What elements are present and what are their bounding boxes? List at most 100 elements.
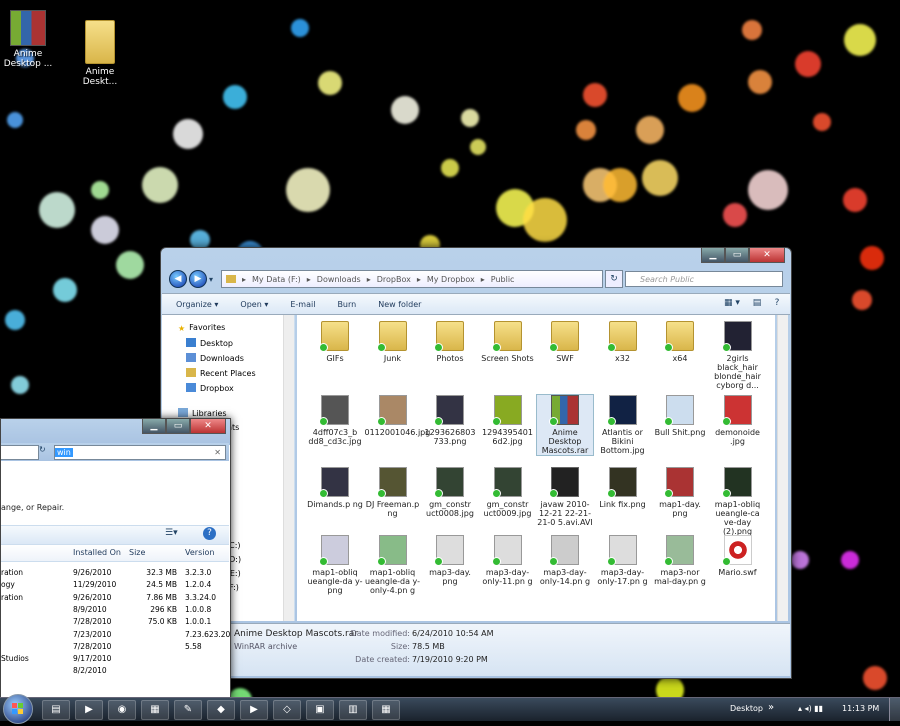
desktop-icon-anime-rar[interactable]: Anime Desktop ...	[0, 10, 56, 69]
file-item[interactable]: Atlantis or Bikini Bottom.jpg	[595, 395, 651, 455]
back-button[interactable]: ◀	[169, 270, 187, 288]
column-version[interactable]: Version	[185, 545, 214, 561]
address-bar[interactable]: ▸ My Data (F:) ▸ Downloads ▸ DropBox ▸ M…	[221, 270, 603, 288]
tray-icons[interactable]: ▴ ◂) ▮▮	[798, 704, 823, 713]
maximize-button[interactable]: ▭	[166, 419, 190, 434]
breadcrumb-item[interactable]: Downloads	[317, 275, 361, 284]
file-item[interactable]: Photos	[422, 321, 478, 363]
maximize-button[interactable]: ▭	[725, 248, 749, 263]
breadcrumb-item[interactable]: DropBox	[377, 275, 411, 284]
file-item[interactable]: map3-day. png	[422, 535, 478, 586]
desktop-toolbar-label[interactable]: Desktop	[730, 704, 763, 713]
help-button[interactable]: ?	[770, 296, 784, 310]
taskbar-app-button[interactable]: ◆	[207, 700, 235, 720]
taskbar-app-button[interactable]: ▶	[240, 700, 268, 720]
file-list-scrollbar[interactable]	[777, 315, 788, 621]
breadcrumb-item[interactable]: My Dropbox	[427, 275, 475, 284]
taskbar-app-button[interactable]: ▥	[339, 700, 367, 720]
taskbar-app-button[interactable]: ▶	[75, 700, 103, 720]
forward-button[interactable]: ▶	[189, 270, 207, 288]
file-item[interactable]: map3-day- only-14.pn g	[537, 535, 593, 586]
nav-libraries[interactable]: Libraries	[178, 408, 227, 418]
programs-address-bar[interactable]	[1, 445, 39, 460]
taskbar-app-button[interactable]: ✎	[174, 700, 202, 720]
breadcrumb-item[interactable]: My Data (F:)	[252, 275, 301, 284]
file-item[interactable]: Bull Shit.png	[652, 395, 708, 437]
nav-downloads[interactable]: Downloads	[186, 353, 244, 363]
file-item[interactable]: 2girls black_hair blonde_hair cyborg d..…	[710, 321, 766, 390]
close-button[interactable]: ✕	[749, 248, 785, 263]
programs-window[interactable]: ▁ ▭ ✕ ↻ win ✕ ange, or Repair. ☰▾ ? Insta…	[0, 418, 231, 702]
file-item[interactable]: Mario.swf	[710, 535, 766, 577]
table-row[interactable]: 7/28/2010 75.0 KB 1.0.0.1	[1, 616, 229, 628]
file-item[interactable]: DJ Freeman.p ng	[365, 467, 421, 518]
taskbar-app-button[interactable]: ▤	[42, 700, 70, 720]
refresh-button[interactable]: ↻	[605, 270, 623, 288]
taskbar-app-button[interactable]: ◉	[108, 700, 136, 720]
desktop-icon-anime-folder[interactable]: Anime Deskt...	[72, 20, 128, 87]
table-row[interactable]: 7/23/2010 7.23.623.20	[1, 629, 230, 641]
show-desktop-button[interactable]	[889, 698, 900, 721]
breadcrumb-item[interactable]: Public	[491, 275, 515, 284]
recent-pages-dropdown[interactable]: ▾	[209, 275, 213, 284]
file-item[interactable]: map1-obliq ueangle-ca ve-day (2).png	[710, 467, 766, 536]
file-item[interactable]: map3-day- only-11.pn g	[480, 535, 536, 586]
table-row[interactable]: ration 9/26/2010 32.3 MB 3.2.3.0	[1, 567, 229, 579]
file-item[interactable]: map3-nor mal-day.pn g	[652, 535, 708, 586]
change-view-button[interactable]: ▦ ▾	[720, 296, 744, 310]
help-icon[interactable]: ?	[203, 527, 216, 540]
nav-favorites[interactable]: ★ Favorites	[178, 323, 225, 333]
nav-desktop[interactable]: Desktop	[186, 338, 233, 348]
navpane-scrollbar[interactable]	[283, 315, 294, 621]
file-item[interactable]: Link fix.png	[595, 467, 651, 509]
file-item[interactable]: 1293626803 733.png	[422, 395, 478, 446]
file-item[interactable]: GIFs	[307, 321, 363, 363]
file-item[interactable]: 0112001046.jpg	[365, 395, 430, 437]
file-item[interactable]: Anime Desktop Mascots.rar	[536, 394, 594, 456]
file-item[interactable]: SWF	[537, 321, 593, 363]
table-row[interactable]: ration 9/26/2010 7.86 MB 3.3.24.0	[1, 592, 229, 604]
file-item[interactable]: Dimands.p ng	[307, 467, 363, 509]
close-button[interactable]: ✕	[190, 419, 226, 434]
taskbar-app-button[interactable]: ▦	[372, 700, 400, 720]
organize-button[interactable]: Organize ▾	[176, 300, 218, 309]
file-item[interactable]: map1-obliq ueangle-da y-png	[307, 535, 363, 595]
open-button[interactable]: Open ▾	[240, 300, 268, 309]
file-item[interactable]: javaw 2010-12-21 22-21-21-0 5.avi.AVI	[537, 467, 593, 527]
file-item[interactable]: 4dff07c3_b dd8_cd3c.jpg	[307, 395, 363, 446]
nav-dropbox[interactable]: Dropbox	[186, 383, 234, 393]
toolbar-chevron-icon[interactable]: »	[768, 702, 774, 713]
file-item[interactable]: map1-obliq ueangle-da y-only-4.pn g	[365, 535, 421, 595]
burn-button[interactable]: Burn	[337, 300, 356, 309]
file-item[interactable]: gm_constr uct0009.jpg	[480, 467, 536, 518]
file-item[interactable]: Junk	[365, 321, 421, 363]
table-row[interactable]: 7/28/2010 5.58	[1, 641, 229, 653]
clock[interactable]: 11:13 PM	[842, 704, 879, 713]
table-row[interactable]: ogy 11/29/2010 24.5 MB 1.2.0.4	[1, 579, 229, 591]
search-input[interactable]: Search Public	[625, 271, 783, 287]
clear-search-icon[interactable]: ✕	[214, 446, 221, 459]
view-options-icon[interactable]: ☰▾	[165, 528, 178, 538]
nav-recent-places[interactable]: Recent Places	[186, 368, 256, 378]
file-item[interactable]: x64	[652, 321, 708, 363]
table-row[interactable]: Studios 9/17/2010	[1, 653, 229, 665]
file-item[interactable]: demonoide .jpg	[710, 395, 766, 446]
taskbar-app-button[interactable]: ◇	[273, 700, 301, 720]
column-installed-on[interactable]: Installed On	[73, 545, 121, 561]
new-folder-button[interactable]: New folder	[378, 300, 421, 309]
taskbar-app-button[interactable]: ▦	[141, 700, 169, 720]
refresh-icon[interactable]: ↻	[39, 445, 46, 454]
table-row[interactable]: 8/9/2010 296 KB 1.0.0.8	[1, 604, 229, 616]
file-item[interactable]: gm_constr uct0008.jpg	[422, 467, 478, 518]
minimize-button[interactable]: ▁	[701, 248, 725, 263]
column-size[interactable]: Size	[129, 545, 145, 561]
programs-search-input[interactable]: win ✕	[54, 445, 226, 460]
minimize-button[interactable]: ▁	[142, 419, 166, 434]
file-item[interactable]: 1294395401 6d2.jpg	[480, 395, 536, 446]
file-item[interactable]: x32	[595, 321, 651, 363]
table-row[interactable]: 8/2/2010	[1, 665, 229, 677]
email-button[interactable]: E-mail	[290, 300, 315, 309]
taskbar-app-button[interactable]: ▣	[306, 700, 334, 720]
explorer-window[interactable]: ▁ ▭ ✕ ◀ ▶ ▾ ▸ My Data (F:) ▸ Downloads ▸…	[160, 247, 792, 679]
preview-pane-button[interactable]: ▤	[750, 296, 764, 310]
